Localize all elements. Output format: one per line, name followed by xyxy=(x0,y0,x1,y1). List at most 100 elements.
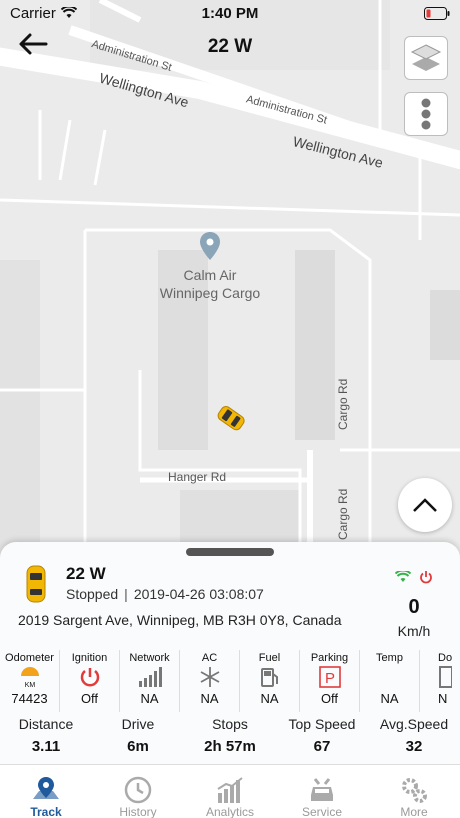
stat-avg-speed: Avg.Speed 32 xyxy=(368,716,460,760)
street-label: Hanger Rd xyxy=(168,470,227,484)
sensor-label: Temp xyxy=(376,652,403,664)
page-title: 22 W xyxy=(207,36,253,57)
stat-label: Stops xyxy=(212,716,248,732)
tab-bar: Track History Analytics Service More xyxy=(0,764,460,818)
drag-handle[interactable] xyxy=(186,548,274,556)
sensor-value: Off xyxy=(80,691,99,706)
sensor-parking: Parking P Off xyxy=(300,650,360,712)
stat-value: 3.11 xyxy=(31,738,61,755)
car-top-icon xyxy=(217,406,245,431)
nav-bar: 22 W xyxy=(0,26,460,70)
stat-label: Drive xyxy=(121,716,155,732)
sensor-label: Fuel xyxy=(258,652,281,664)
stat-label: Distance xyxy=(18,716,74,732)
stat-value: 6m xyxy=(127,738,149,755)
vehicle-detail-panel: 22 W Stopped | 2019-04-26 03:08:07 2019 … xyxy=(0,542,460,764)
map-view[interactable]: Calm Air Winnipeg Cargo Administration S… xyxy=(0,0,460,560)
vehicle-marker[interactable] xyxy=(210,400,250,441)
sensor-label: Ignition xyxy=(71,652,108,664)
sensor-value: NA xyxy=(260,691,279,706)
tab-label: Analytics xyxy=(205,805,255,818)
sensor-fuel: Fuel NA xyxy=(240,650,300,712)
trip-stats: Distance 3.11 Drive 6m Stops 2h 57m Top … xyxy=(0,716,460,760)
sensor-value: 74423 xyxy=(11,691,48,706)
sensor-label: Network xyxy=(129,652,170,664)
sensor-ac: AC NA xyxy=(180,650,240,712)
sensor-value: NA xyxy=(140,691,159,706)
odometer-icon: KM xyxy=(20,667,39,689)
tab-label: Service xyxy=(301,805,342,818)
sensor-label: AC xyxy=(201,652,218,664)
vehicle-state: Stopped xyxy=(66,586,119,602)
chevron-up-icon xyxy=(413,498,437,512)
last-update-time: 2019-04-26 03:08:07 xyxy=(133,586,264,602)
car-top-icon xyxy=(26,565,46,603)
stat-label: Top Speed xyxy=(288,716,356,732)
wifi-icon xyxy=(60,7,77,18)
speed-block: 0 Km/h xyxy=(384,568,444,639)
map-pin-icon xyxy=(33,777,59,799)
speed-unit: Km/h xyxy=(397,623,431,639)
map-options-button[interactable] xyxy=(404,92,448,136)
sensor-label: Do xyxy=(438,652,453,664)
sensor-temp: Temp NA xyxy=(360,650,420,712)
signal-bars-icon xyxy=(138,667,162,687)
gears-icon xyxy=(402,778,427,803)
sensor-network: Network NA xyxy=(120,650,180,712)
battery-icon xyxy=(424,6,450,20)
status-bar: Carrier 1:40 PM xyxy=(0,0,460,26)
more-vertical-icon xyxy=(421,98,431,130)
sensor-door: Do N xyxy=(420,650,460,712)
tab-service[interactable]: Service xyxy=(276,765,368,818)
location-pin-icon xyxy=(200,232,220,260)
parking-glyph: P xyxy=(324,670,334,687)
stat-top-speed: Top Speed 67 xyxy=(276,716,368,760)
sensor-ignition: Ignition Off xyxy=(60,650,120,712)
sensor-value: Off xyxy=(320,691,339,706)
car-service-icon xyxy=(311,778,333,801)
poi-label-line1: Calm Air xyxy=(183,267,237,283)
stat-value: 2h 57m xyxy=(204,738,256,755)
tab-label: Track xyxy=(30,805,62,818)
tab-analytics[interactable]: Analytics xyxy=(184,765,276,818)
vehicle-icon xyxy=(24,564,48,609)
parking-icon: P xyxy=(318,666,341,688)
wifi-icon xyxy=(395,571,411,582)
stat-label: Avg.Speed xyxy=(379,716,449,732)
fuel-pump-icon xyxy=(260,668,278,687)
tab-label: History xyxy=(119,805,157,818)
power-icon xyxy=(80,668,99,687)
tab-history[interactable]: History xyxy=(92,765,184,818)
snowflake-icon xyxy=(200,667,219,687)
vehicle-address: 2019 Sargent Ave, Winnipeg, MB R3H 0Y8, … xyxy=(18,612,342,628)
stat-stops: Stops 2h 57m xyxy=(184,716,276,760)
sensor-label: Parking xyxy=(310,652,349,664)
odometer-unit: KM xyxy=(24,682,35,689)
stat-drive: Drive 6m xyxy=(92,716,184,760)
poi-calm-air[interactable]: Calm Air Winnipeg Cargo xyxy=(150,232,270,302)
sensor-value: N xyxy=(438,691,448,706)
vehicle-name: 22 W xyxy=(66,564,106,583)
sensor-odometer: Odometer KM 74423 xyxy=(0,650,60,712)
tab-more[interactable]: More xyxy=(368,765,460,818)
sensor-label: Odometer xyxy=(5,652,54,664)
sensor-value: NA xyxy=(200,691,219,706)
tab-track[interactable]: Track xyxy=(0,765,92,818)
sensor-strip[interactable]: Odometer KM 74423 Ignition Off Network N… xyxy=(0,650,460,712)
tab-label: More xyxy=(400,805,428,818)
map-layers-button[interactable] xyxy=(404,36,448,80)
layers-icon xyxy=(410,44,442,71)
carrier-label: Carrier xyxy=(10,4,56,22)
power-icon xyxy=(420,571,432,584)
street-label: Cargo Rd xyxy=(336,378,350,430)
poi-label-line2: Winnipeg Cargo xyxy=(159,285,261,301)
stat-value: 32 xyxy=(405,738,423,755)
sensor-value: NA xyxy=(380,691,399,706)
stat-distance: Distance 3.11 xyxy=(0,716,92,760)
door-icon xyxy=(439,666,452,688)
stat-value: 67 xyxy=(313,738,331,755)
street-label: Cargo Rd xyxy=(336,488,350,540)
expand-panel-button[interactable] xyxy=(398,478,452,532)
bar-chart-icon xyxy=(217,777,243,803)
clock-icon xyxy=(124,776,152,804)
